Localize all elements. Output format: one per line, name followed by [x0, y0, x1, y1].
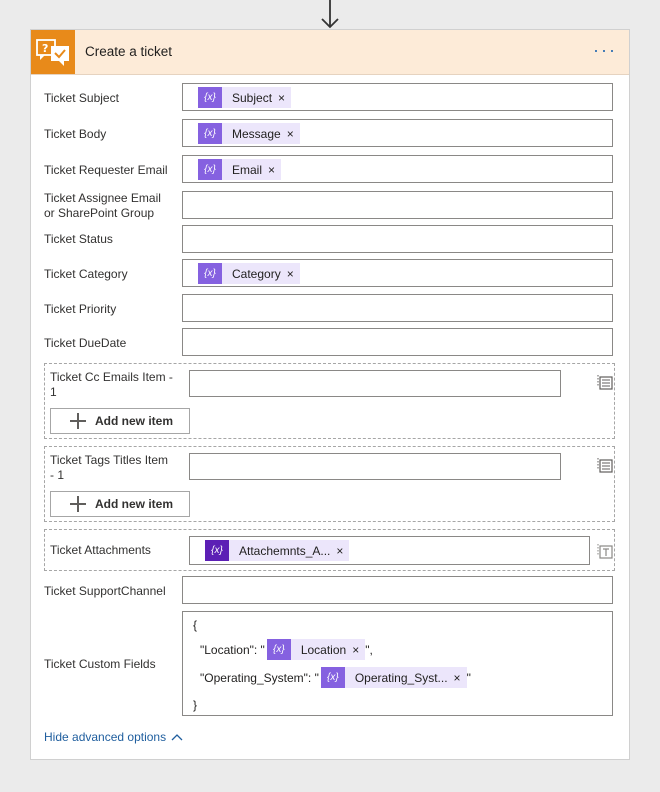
switch-to-array-icon[interactable]: [597, 457, 613, 473]
ticket-requester-input[interactable]: {x} Email ×: [182, 155, 613, 183]
dynamic-content-icon: {x}: [198, 263, 222, 284]
ticket-status-input[interactable]: [182, 225, 613, 253]
ticket-supportchannel-label: Ticket SupportChannel: [44, 584, 166, 598]
subject-token[interactable]: {x} Subject ×: [198, 87, 292, 108]
attachments-group: Ticket Attachments {x} Attachemnts_A... …: [44, 529, 615, 571]
message-token[interactable]: {x} Message ×: [198, 123, 300, 144]
token-label: Email: [232, 162, 263, 177]
svg-text:?: ?: [42, 42, 48, 55]
ticket-category-label: Ticket Category: [44, 267, 128, 281]
chevron-up-icon: [171, 734, 183, 741]
ticket-custom-fields-input[interactable]: { "Location": " {x} Location × ", "Opera…: [182, 611, 613, 716]
dynamic-content-icon: {x}: [198, 87, 222, 108]
cc-emails-label: Ticket Cc Emails Item - 1: [50, 370, 173, 399]
ticket-attachments-label: Ticket Attachments: [50, 543, 151, 557]
os-suffix: ": [466, 670, 471, 685]
tags-titles-group: Ticket Tags Titles Item - 1 Add new item: [44, 446, 615, 522]
attachments-token[interactable]: {x} Attachemnts_A... ×: [205, 540, 350, 561]
location-key: "Location": ": [200, 642, 265, 657]
variable-icon: {x}: [205, 540, 229, 561]
more-options-icon[interactable]: ···: [593, 41, 617, 59]
hide-advanced-options-link[interactable]: Hide advanced options: [44, 730, 184, 744]
token-label: Location: [300, 642, 347, 657]
remove-token-icon[interactable]: ×: [454, 671, 467, 685]
ticket-priority-label: Ticket Priority: [44, 302, 117, 316]
cc-emails-input[interactable]: [189, 370, 561, 397]
custom-line-location: "Location": " {x} Location × ",: [193, 638, 373, 661]
action-title: Create a ticket: [85, 44, 173, 59]
tags-titles-input[interactable]: [189, 453, 561, 480]
dynamic-content-icon: {x}: [198, 123, 222, 144]
ticket-priority-input[interactable]: [182, 294, 613, 322]
token-label: Message: [232, 126, 281, 141]
ticket-supportchannel-input[interactable]: [182, 576, 613, 604]
plus-icon: [69, 495, 87, 513]
action-card: ? Create a ticket ··· Ticket Subject {x}…: [30, 29, 630, 760]
ticket-status-label: Ticket Status: [44, 232, 113, 246]
location-suffix: ",: [365, 642, 373, 657]
remove-token-icon[interactable]: ×: [287, 127, 300, 141]
token-label: Attachemnts_A...: [239, 543, 331, 558]
dynamic-content-icon: {x}: [266, 639, 291, 660]
ticket-subject-label: Ticket Subject: [44, 91, 119, 105]
category-token[interactable]: {x} Category ×: [198, 263, 300, 284]
ticket-attachments-input[interactable]: {x} Attachemnts_A... ×: [189, 536, 590, 565]
remove-token-icon[interactable]: ×: [336, 544, 349, 558]
remove-token-icon[interactable]: ×: [352, 643, 365, 657]
json-open-brace: {: [193, 618, 198, 632]
email-token[interactable]: {x} Email ×: [198, 159, 282, 180]
ticket-body-input[interactable]: {x} Message ×: [182, 119, 613, 147]
switch-to-array-icon[interactable]: [597, 374, 613, 390]
action-header[interactable]: ? Create a ticket ···: [31, 30, 629, 75]
token-label: Operating_Syst...: [354, 670, 448, 685]
custom-line-os: "Operating_System": " {x} Operating_Syst…: [193, 666, 471, 689]
add-tag-item-button[interactable]: Add new item: [50, 491, 190, 517]
dynamic-content-icon: {x}: [198, 159, 222, 180]
plus-icon: [69, 412, 87, 430]
cc-emails-group: Ticket Cc Emails Item - 1 Add new item: [44, 363, 615, 439]
add-cc-item-button[interactable]: Add new item: [50, 408, 190, 434]
add-item-label: Add new item: [95, 414, 174, 428]
ticket-category-input[interactable]: {x} Category ×: [182, 259, 613, 287]
ticket-duedate-label: Ticket DueDate: [44, 336, 127, 350]
ticket-assignee-input[interactable]: [182, 191, 613, 219]
os-token[interactable]: {x} Operating_Syst... ×: [320, 667, 467, 688]
token-label: Category: [232, 266, 281, 281]
ticket-custom-fields-label: Ticket Custom Fields: [44, 657, 156, 671]
token-label: Subject: [232, 90, 273, 105]
tags-titles-label: Ticket Tags Titles Item - 1: [50, 453, 169, 482]
help-desk-icon: ?: [31, 30, 75, 74]
add-item-label: Add new item: [95, 497, 174, 511]
remove-token-icon[interactable]: ×: [278, 91, 291, 105]
dynamic-content-icon: {x}: [320, 667, 345, 688]
remove-token-icon[interactable]: ×: [268, 163, 281, 177]
ticket-subject-input[interactable]: {x} Subject ×: [182, 83, 613, 111]
json-close-brace: }: [193, 698, 198, 712]
remove-token-icon[interactable]: ×: [287, 267, 300, 281]
ticket-duedate-input[interactable]: [182, 328, 613, 356]
ticket-requester-label: Ticket Requester Email: [44, 163, 168, 177]
hide-advanced-options-label: Hide advanced options: [44, 730, 167, 744]
ticket-body-label: Ticket Body: [44, 127, 107, 141]
switch-to-text-icon[interactable]: [597, 543, 613, 559]
location-token[interactable]: {x} Location ×: [266, 639, 366, 660]
os-key: "Operating_System": ": [200, 670, 319, 685]
flow-arrow-icon: [321, 0, 339, 29]
ticket-assignee-label: Ticket Assignee Email or SharePoint Grou…: [44, 191, 161, 220]
